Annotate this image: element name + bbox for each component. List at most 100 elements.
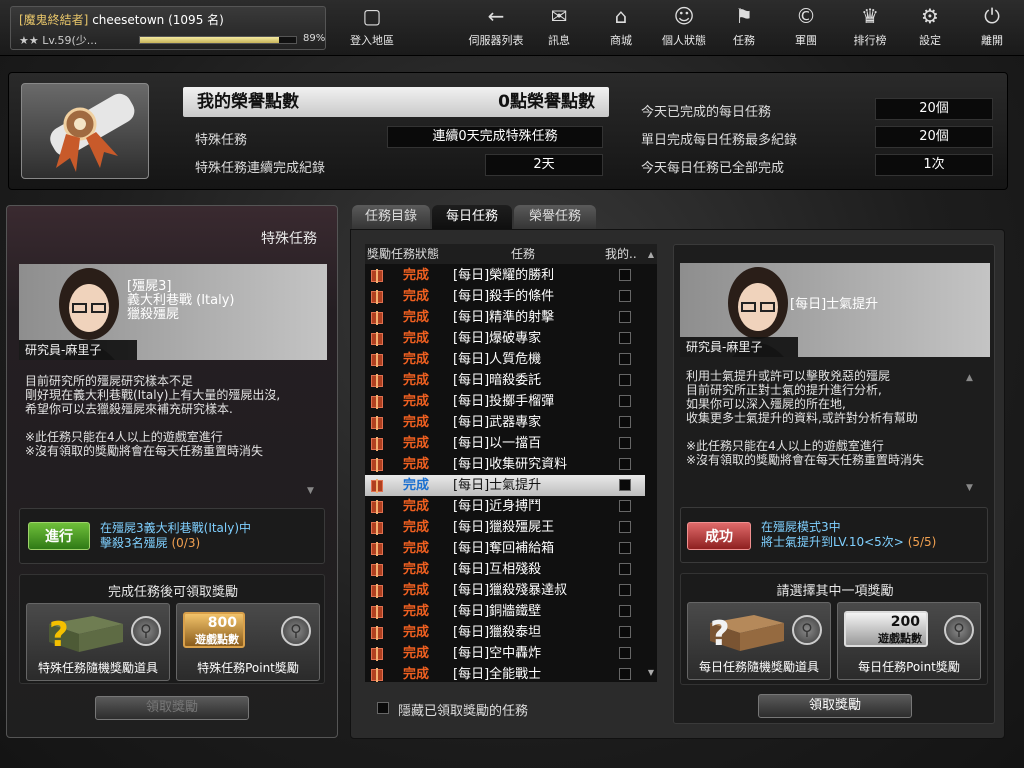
task-status: 完成 <box>403 562 430 577</box>
task-row[interactable]: 完成 [每日]人質危機 <box>365 349 645 370</box>
task-checkbox[interactable] <box>619 521 631 533</box>
tab-daily-missions[interactable]: 每日任務 <box>432 205 512 229</box>
task-row[interactable]: 完成 [每日]殺手的條件 <box>365 286 645 307</box>
claim-reward-button-disabled[interactable]: 領取獎勵 <box>95 696 249 720</box>
nav-profile-button[interactable]: ☺ 個人狀態 <box>656 4 712 52</box>
task-row[interactable]: 完成 [每日]爆破專家 <box>365 328 645 349</box>
task-checkbox[interactable] <box>619 479 631 491</box>
task-row[interactable]: 完成 [每日]士氣提升 <box>365 475 645 496</box>
magnifier-icon[interactable]: ⚲ <box>131 616 161 646</box>
magnifier-icon[interactable]: ⚲ <box>281 616 311 646</box>
task-checkbox[interactable] <box>619 290 631 302</box>
daily-random-reward-item[interactable]: ? ⚲ 每日任務隨機獎勵道具 <box>687 602 831 680</box>
desc-scroll-down-icon[interactable]: ▼ <box>966 483 973 493</box>
task-status: 完成 <box>403 667 430 682</box>
point-unit: 遊戲點數 <box>195 633 239 646</box>
task-row[interactable]: 完成 [每日]以一擋百 <box>365 433 645 454</box>
task-row[interactable]: 完成 [每日]武器專家 <box>365 412 645 433</box>
task-row[interactable]: 完成 [每日]投擲手榴彈 <box>365 391 645 412</box>
task-checkbox[interactable] <box>619 500 631 512</box>
desc-scroll-down-icon[interactable]: ▼ <box>307 486 314 496</box>
task-row[interactable]: 完成 [每日]空中轟炸 <box>365 643 645 664</box>
task-row[interactable]: 完成 [每日]獵殺殭屍王 <box>365 517 645 538</box>
nav-settings-button[interactable]: ⚙ 設定 <box>912 4 948 52</box>
nav-map-button[interactable]: ▢ 登入地區 <box>344 4 400 52</box>
claim-reward-button[interactable]: 領取獎勵 <box>758 694 912 718</box>
task-name: [每日]士氣提升 <box>453 478 542 493</box>
task-checkbox[interactable] <box>619 584 631 596</box>
xp-percent: 89% <box>303 33 326 44</box>
special-streak-label: 特殊任務連續完成紀錄 <box>195 161 326 176</box>
task-name: [每日]奪回補給箱 <box>453 541 555 556</box>
task-checkbox[interactable] <box>619 269 631 281</box>
task-row[interactable]: 完成 [每日]銅牆鐵壁 <box>365 601 645 622</box>
task-checkbox[interactable] <box>619 542 631 554</box>
task-row[interactable]: 完成 [每日]榮耀的勝利 <box>365 265 645 286</box>
tab-honor-missions[interactable]: 榮譽任務 <box>514 205 596 229</box>
selected-mission-card: [每日]士氣提升 研究員-麻里子 利用士氣提升或許可以擊敗兇惡的殭屍 目前研究所… <box>673 244 995 724</box>
task-checkbox[interactable] <box>619 437 631 449</box>
reward-choice-box: 請選擇其中一項獎勵 ? ⚲ 每日任務隨機獎勵道具 200 遊戲點數 ⚲ 每日任務… <box>680 573 988 685</box>
wooden-crate-icon: ? <box>696 609 792 654</box>
task-name: [每日]獵殺泰坦 <box>453 625 542 640</box>
magnifier-icon[interactable]: ⚲ <box>944 615 974 645</box>
magnifier-icon[interactable]: ⚲ <box>792 615 822 645</box>
task-checkbox[interactable] <box>619 353 631 365</box>
honor-title: 我的榮譽點數 <box>197 92 299 112</box>
task-list-scrollbar[interactable]: ▲ ▼ <box>646 250 656 680</box>
selected-mission-title: [每日]士氣提升 <box>790 297 879 312</box>
task-checkbox[interactable] <box>619 416 631 428</box>
nav-mission-button[interactable]: ⚑ 任務 <box>726 4 762 52</box>
mission-map-tag: [殭屍3] <box>127 279 172 294</box>
tab-mission-list[interactable]: 任務目錄 <box>352 205 430 229</box>
task-status: 完成 <box>403 499 430 514</box>
proceed-button[interactable]: 進行 <box>28 522 90 550</box>
player-card[interactable]: [魔鬼終結者] cheesetown (1095 名) ★★ Lv.59(少..… <box>10 6 326 50</box>
col-status-header[interactable]: 獎勵任務狀態 <box>367 244 439 264</box>
mission-goal-text: 在殭屍3義大利巷戰(Italy)中 擊殺3名殭屍 (0/3) <box>100 521 251 551</box>
nav-message-button[interactable]: ✉ 訊息 <box>540 4 578 52</box>
task-row[interactable]: 完成 [每日]近身搏鬥 <box>365 496 645 517</box>
task-row[interactable]: 完成 [每日]獵殺泰坦 <box>365 622 645 643</box>
task-checkbox[interactable] <box>619 332 631 344</box>
task-name: [每日]獵殺殭屍王 <box>453 520 555 535</box>
nav-shop-button[interactable]: ⌂ 商城 <box>602 4 640 52</box>
task-row[interactable]: 完成 [每日]收集研究資料 <box>365 454 645 475</box>
nav-ranking-button[interactable]: ♛ 排行榜 <box>848 4 892 52</box>
task-checkbox[interactable] <box>619 374 631 386</box>
task-checkbox[interactable] <box>619 395 631 407</box>
task-checkbox[interactable] <box>619 605 631 617</box>
trophy-icon: ♛ <box>861 4 879 28</box>
task-checkbox[interactable] <box>619 458 631 470</box>
scroll-down-icon[interactable]: ▼ <box>646 668 656 677</box>
task-row[interactable]: 完成 [每日]全能戰士 <box>365 664 645 685</box>
task-row[interactable]: 完成 [每日]獵殺殘暴達叔 <box>365 580 645 601</box>
task-checkbox[interactable] <box>619 311 631 323</box>
col-mine-header[interactable]: 我的.. <box>605 244 637 264</box>
task-status: 完成 <box>403 541 430 556</box>
scroll-up-icon[interactable]: ▲ <box>646 250 656 259</box>
desc-scroll-up-icon[interactable]: ▲ <box>966 373 973 383</box>
task-checkbox[interactable] <box>619 563 631 575</box>
point-reward-item[interactable]: 800 遊戲點數 ⚲ 特殊任務Point獎勵 <box>176 603 320 681</box>
random-reward-item[interactable]: ? ⚲ 特殊任務隨機獎勵道具 <box>26 603 170 681</box>
medal-icon <box>50 93 135 172</box>
daily-point-reward-item[interactable]: 200 遊戲點數 ⚲ 每日任務Point獎勵 <box>837 602 981 680</box>
nav-exit-button[interactable]: ⏻ 離開 <box>974 4 1010 52</box>
success-button[interactable]: 成功 <box>687 522 751 550</box>
nav-clan-button[interactable]: © 軍團 <box>788 4 824 52</box>
daily-max-value: 20個 <box>875 126 993 148</box>
task-row[interactable]: 完成 [每日]精準的射擊 <box>365 307 645 328</box>
hide-claimed-checkbox[interactable] <box>377 702 389 714</box>
player-level: Lv.59(少... <box>42 34 98 47</box>
task-row[interactable]: 完成 [每日]奪回補給箱 <box>365 538 645 559</box>
nav-label: 伺服器列表 <box>468 34 524 47</box>
task-checkbox[interactable] <box>619 647 631 659</box>
task-checkbox[interactable] <box>619 626 631 638</box>
col-task-header[interactable]: 任務 <box>511 244 535 264</box>
task-row[interactable]: 完成 [每日]暗殺委託 <box>365 370 645 391</box>
task-status: 完成 <box>403 415 430 430</box>
nav-server-list-button[interactable]: ← 伺服器列表 <box>466 4 526 52</box>
task-checkbox[interactable] <box>619 668 631 680</box>
task-row[interactable]: 完成 [每日]互相殘殺 <box>365 559 645 580</box>
